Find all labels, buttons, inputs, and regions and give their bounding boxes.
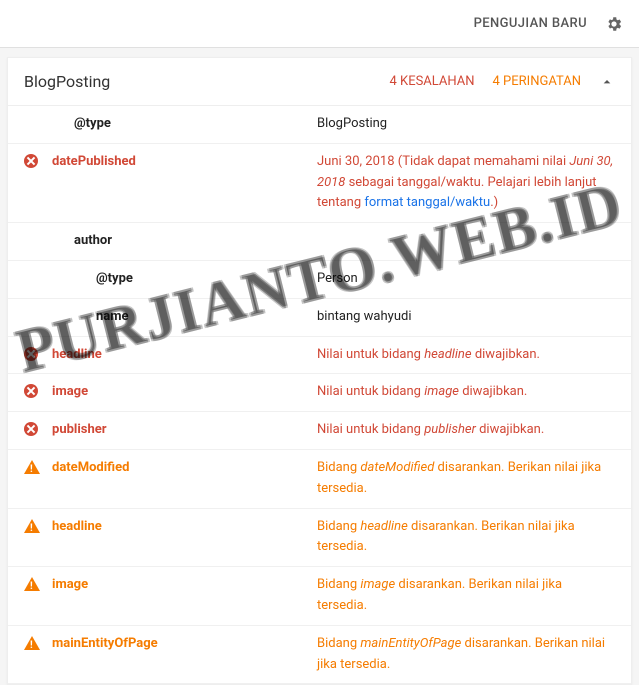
error-icon (24, 347, 38, 361)
table-row: @type BlogPosting (8, 106, 631, 144)
section-title: BlogPosting (24, 72, 390, 91)
key-headline-err: headline (52, 345, 317, 366)
error-icon (24, 154, 38, 168)
key-image-warn: image (52, 575, 317, 596)
val-datemodified-warn: Bidang dateModified disarankan. Berikan … (317, 458, 615, 500)
gear-icon[interactable] (605, 15, 623, 33)
val-author-name: bintang wahyudi (317, 307, 615, 328)
chevron-up-icon[interactable] (599, 74, 615, 90)
table-row: author (8, 223, 631, 261)
warning-icon (24, 636, 40, 650)
table-row: @type Person (8, 261, 631, 299)
table-row: name bintang wahyudi (8, 299, 631, 337)
result-card: BlogPosting 4 KESALAHAN 4 PERINGATAN @ty… (7, 57, 632, 685)
key-headline-warn: headline (52, 517, 317, 538)
warning-icon (24, 519, 40, 533)
error-icon (24, 384, 38, 398)
val-mainentity-warn: Bidang mainEntityOfPage disarankan. Beri… (317, 634, 615, 676)
key-datemodified-warn: dateModified (52, 458, 317, 479)
val-headline-warn: Bidang headline disarankan. Berikan nila… (317, 517, 615, 559)
val-author-type: Person (317, 269, 615, 290)
table-row: image Nilai untuk bidang image diwajibka… (8, 374, 631, 412)
val-image-err: Nilai untuk bidang image diwajibkan. (317, 382, 615, 403)
key-author-type: @type (52, 269, 317, 290)
key-publisher-err: publisher (52, 420, 317, 441)
key-author-name: name (52, 307, 317, 328)
key-type: @type (52, 114, 317, 135)
table-row: headline Nilai untuk bidang headline diw… (8, 337, 631, 375)
table-row: datePublished Juni 30, 2018 (Tidak dapat… (8, 144, 631, 223)
format-link[interactable]: format tanggal/waktu (364, 195, 490, 210)
val-datepublished: Juni 30, 2018 (Tidak dapat memahami nila… (317, 152, 615, 214)
table-row: image Bidang image disarankan. Berikan n… (8, 567, 631, 626)
topbar: PENGUJIAN BARU (0, 0, 639, 48)
new-test-button[interactable]: PENGUJIAN BARU (474, 16, 587, 31)
key-datepublished: datePublished (52, 152, 317, 173)
table-row: mainEntityOfPage Bidang mainEntityOfPage… (8, 626, 631, 685)
table-row: headline Bidang headline disarankan. Ber… (8, 509, 631, 568)
key-mainentity-warn: mainEntityOfPage (52, 634, 317, 655)
warning-icon (24, 460, 40, 474)
table-row: publisher Nilai untuk bidang publisher d… (8, 412, 631, 450)
val-image-warn: Bidang image disarankan. Berikan nilai j… (317, 575, 615, 617)
warnings-badge: 4 PERINGATAN (493, 74, 581, 89)
warning-icon (24, 577, 40, 591)
section-header[interactable]: BlogPosting 4 KESALAHAN 4 PERINGATAN (8, 58, 631, 106)
error-icon (24, 422, 38, 436)
table-row: dateModified Bidang dateModified disaran… (8, 450, 631, 509)
key-author: author (52, 231, 317, 252)
val-type: BlogPosting (317, 114, 615, 135)
val-publisher-err: Nilai untuk bidang publisher diwajibkan. (317, 420, 615, 441)
key-image-err: image (52, 382, 317, 403)
val-headline-err: Nilai untuk bidang headline diwajibkan. (317, 345, 615, 366)
errors-badge: 4 KESALAHAN (390, 74, 475, 89)
